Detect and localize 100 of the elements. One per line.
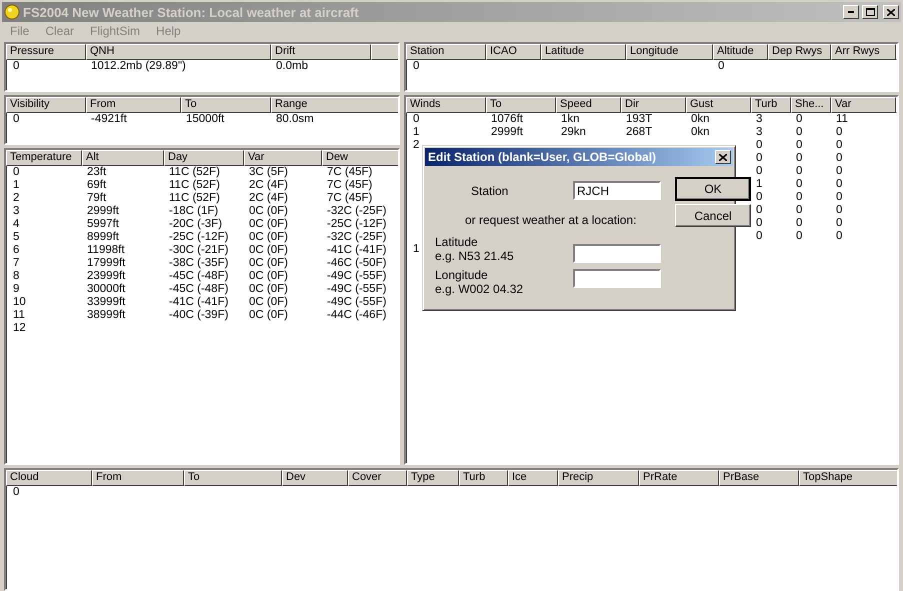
location-note: or request weather at a location: bbox=[465, 212, 636, 226]
table-cell-text: 17999ft bbox=[86, 257, 126, 270]
column-header[interactable]: Drift bbox=[271, 44, 371, 60]
column-header[interactable]: Turb bbox=[459, 470, 508, 486]
column-header[interactable]: Pressure bbox=[6, 44, 86, 60]
column-header[interactable]: Cloud bbox=[6, 470, 92, 486]
table-cell-text: 0 bbox=[795, 191, 804, 204]
table-cell-text: 0kn bbox=[690, 113, 711, 126]
table-cell-text: 11C (52F) bbox=[168, 179, 221, 192]
column-header[interactable]: Range bbox=[271, 97, 398, 113]
table-cell-text: 0 bbox=[795, 230, 804, 243]
table-cell-text: 2 bbox=[12, 192, 20, 205]
column-header[interactable]: PrRate bbox=[639, 470, 719, 486]
column-header[interactable]: She... bbox=[791, 97, 831, 113]
column-header[interactable]: Cover bbox=[348, 470, 407, 486]
dialog-button[interactable]: Cancel bbox=[675, 204, 751, 227]
column-header[interactable]: Gust bbox=[686, 97, 751, 113]
column-header[interactable]: Dev bbox=[282, 470, 348, 486]
column-header[interactable]: Precip bbox=[558, 470, 639, 486]
column-header[interactable]: Arr Rwys bbox=[831, 44, 896, 60]
column-header[interactable]: Dep Rwys bbox=[768, 44, 831, 60]
table-cell-text: -32C (-25F) bbox=[326, 231, 388, 244]
sun-icon bbox=[4, 4, 20, 20]
table-cell-text: 2999ft bbox=[86, 205, 120, 218]
column-header[interactable]: Station bbox=[406, 44, 486, 60]
column-header[interactable]: Var bbox=[244, 150, 322, 166]
table-cell-text: 0 bbox=[755, 204, 764, 217]
table-cell-text: 7 bbox=[12, 257, 20, 270]
table-cell-text: 5997ft bbox=[86, 218, 120, 231]
maximize-icon bbox=[866, 8, 874, 16]
close-button[interactable] bbox=[883, 5, 899, 19]
table-cell-text: 11 bbox=[835, 113, 849, 126]
column-header[interactable]: Turb bbox=[751, 97, 791, 113]
column-header[interactable]: Dir bbox=[621, 97, 686, 113]
table-cell-text: 1 bbox=[12, 179, 20, 192]
column-header[interactable]: Speed bbox=[556, 97, 621, 113]
column-header[interactable]: Ice bbox=[508, 470, 558, 486]
table-cell-text: 0 bbox=[12, 166, 20, 179]
column-header[interactable]: Var bbox=[831, 97, 896, 113]
table-cell-text: 0 bbox=[835, 191, 844, 204]
table-cell-text: -49C (-55F) bbox=[326, 270, 388, 283]
table-cell-text: 0 bbox=[12, 113, 20, 126]
column-header[interactable]: To bbox=[486, 97, 556, 113]
column-header[interactable]: From bbox=[92, 470, 184, 486]
table-cell-text: 0C (0F) bbox=[248, 218, 289, 231]
table-cell-text: 8 bbox=[12, 270, 20, 283]
table-cell-text: 0 bbox=[835, 126, 844, 139]
table-cell-text: 7C (45F) bbox=[326, 192, 374, 205]
table-cell-text: 3 bbox=[755, 113, 764, 126]
column-header[interactable]: To bbox=[181, 97, 271, 113]
column-header[interactable]: Day bbox=[164, 150, 244, 166]
column-header[interactable]: From bbox=[86, 97, 181, 113]
column-header[interactable]: Temperature bbox=[6, 150, 82, 166]
table-cell-text: 7C (45F) bbox=[326, 179, 374, 192]
table-cell-text: 0 bbox=[717, 60, 726, 73]
column-header[interactable]: Winds bbox=[406, 97, 486, 113]
table-cell-text: 0 bbox=[755, 217, 764, 230]
table-cell-text: 0 bbox=[835, 204, 844, 217]
column-header[interactable]: QNH bbox=[86, 44, 271, 60]
table-cell-text: 29kn bbox=[560, 126, 587, 139]
table-cell-text: 0 bbox=[412, 60, 420, 73]
minimize-button[interactable] bbox=[843, 5, 859, 19]
column-header[interactable] bbox=[371, 44, 398, 60]
close-button[interactable] bbox=[715, 150, 731, 164]
table-cell-text: 0kn bbox=[690, 126, 711, 139]
column-header[interactable]: Alt bbox=[82, 150, 164, 166]
table-cell-text: -49C (-55F) bbox=[326, 296, 388, 309]
latitude-field[interactable] bbox=[573, 244, 661, 263]
table-cell-text: 0 bbox=[835, 139, 844, 152]
table-cell-text: 3C (5F) bbox=[248, 166, 289, 179]
station-field[interactable]: RJCH bbox=[573, 181, 661, 200]
table-cell-text: 0 bbox=[755, 230, 764, 243]
table-cell-text: 1kn bbox=[560, 113, 581, 126]
dialog-button[interactable]: OK bbox=[675, 177, 751, 201]
table-cell-text: 3 bbox=[12, 205, 20, 218]
column-header[interactable]: ICAO bbox=[486, 44, 541, 60]
table-cell-text: 2999ft bbox=[490, 126, 524, 139]
column-header[interactable]: Altitude bbox=[713, 44, 768, 60]
table-cell-text: 0C (0F) bbox=[248, 296, 289, 309]
table-cell-text: 0 bbox=[795, 113, 804, 126]
column-header[interactable]: Visibility bbox=[6, 97, 86, 113]
table-cell-text: 15000ft bbox=[185, 113, 226, 126]
column-header[interactable]: TopShape bbox=[799, 470, 897, 486]
column-header[interactable]: Type bbox=[407, 470, 459, 486]
column-header[interactable]: Latitude bbox=[541, 44, 626, 60]
maximize-button[interactable] bbox=[862, 5, 878, 19]
column-header[interactable]: PrBase bbox=[719, 470, 799, 486]
column-header[interactable]: To bbox=[184, 470, 282, 486]
table-cell-text: 0 bbox=[12, 60, 20, 73]
table-cell-text: 268T bbox=[625, 126, 654, 139]
table-cell-text: 8999ft bbox=[86, 231, 120, 244]
table-cell-text: 193T bbox=[625, 113, 654, 126]
table-cell-text: 11C (52F) bbox=[168, 192, 221, 205]
column-header[interactable]: Longitude bbox=[626, 44, 713, 60]
table-cell-text: 0 bbox=[795, 165, 804, 178]
column-header[interactable]: Dew bbox=[322, 150, 398, 166]
table-cell-text: 11998ft bbox=[86, 244, 126, 257]
table-cell-text: 0 bbox=[755, 139, 764, 152]
table-cell-text: -45C (-48F) bbox=[168, 270, 230, 283]
longitude-field[interactable] bbox=[573, 269, 661, 288]
